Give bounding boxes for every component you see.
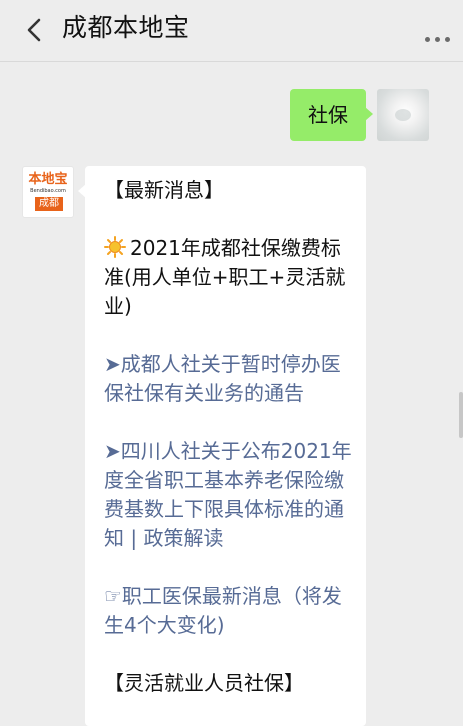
list-item[interactable]: 2021年成都社保缴费标准(用人单位+职工+灵活就业) <box>104 234 354 321</box>
section-heading: 【最新消息】 <box>104 178 224 202</box>
list-item[interactable]: ☞职工医保最新消息（将发生4个大变化) <box>104 582 354 640</box>
item-text: 2021年成都社保缴费标准(用人单位+职工+灵活就业) <box>104 236 346 318</box>
bot-avatar[interactable]: 本地宝 Bendibao.com 成都 <box>22 166 74 218</box>
chat-title: 成都本地宝 <box>62 13 190 42</box>
logo-site-text: Bendibao.com <box>30 188 66 194</box>
user-avatar[interactable] <box>377 89 429 141</box>
logo-brand-text: 本地宝 <box>28 172 68 187</box>
user-message-bubble[interactable]: 社保 <box>290 89 373 141</box>
list-item[interactable]: ➤四川人社关于公布2021年度全省职工基本养老保险缴费基数上下限具体标准的通知 … <box>104 437 354 553</box>
section-heading: 【灵活就业人员社保】 <box>104 671 304 695</box>
chevron-left-icon[interactable] <box>20 14 48 46</box>
more-dots-icon[interactable] <box>425 27 455 42</box>
chat-header: 成都本地宝 <box>0 0 463 62</box>
scrollbar[interactable] <box>459 392 463 438</box>
bot-message-bubble: 【最新消息】 2021年成都社保缴费标准(用人单位+职工+灵活就业) ➤成都人社… <box>78 166 366 726</box>
list-item[interactable]: ➤成都人社关于暂时停办医保社保有关业务的通告 <box>104 350 354 408</box>
sun-icon <box>104 236 126 258</box>
logo-city-tag: 成都 <box>35 197 63 211</box>
